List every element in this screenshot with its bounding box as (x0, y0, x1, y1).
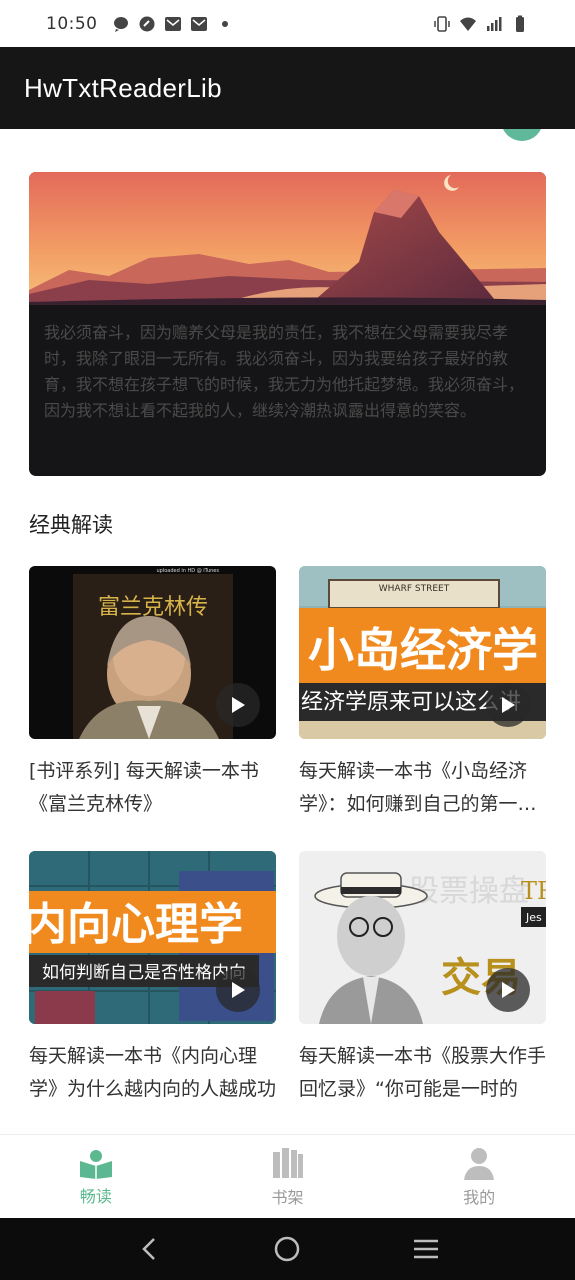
thumb-subtitle-text: 如何判断自己是否性格内向 (42, 963, 246, 983)
mountain-sunset-illustration (29, 172, 546, 305)
play-icon (502, 982, 515, 998)
play-button[interactable] (216, 968, 260, 1012)
nav-item-bookshelf[interactable]: 书架 (192, 1135, 384, 1218)
bookshelf-icon (272, 1147, 303, 1178)
nav-label-bookshelf: 书架 (271, 1187, 304, 1207)
dot-icon (221, 20, 228, 27)
reading-icon (79, 1149, 112, 1179)
avatar[interactable] (501, 129, 543, 141)
video-title[interactable]: 每天解读一本书《股票大作手回忆录》“你可能是一时的 (299, 1040, 546, 1106)
mail-icon (164, 16, 181, 31)
message-icon (113, 16, 128, 32)
nav-item-reading[interactable]: 畅读 (0, 1135, 192, 1218)
thumb-background-text: 股票操盘 (409, 874, 529, 909)
bottom-navigation: 畅读 书架 我的 (0, 1134, 575, 1218)
back-icon (142, 1238, 156, 1260)
video-card-1[interactable]: uploaded in HD @ iTunes 富兰克林传 [书评系列] 每天解… (29, 566, 276, 821)
thumb-corner-subtext: Jes (525, 911, 542, 924)
video-title[interactable]: 每天解读一本书《小岛经济学》：如何赚到自己的第一桶金 (299, 755, 546, 821)
video-title[interactable]: [书评系列] 每天解读一本书《富兰克林传》 (29, 755, 276, 821)
app-title: HwTxtReaderLib (24, 72, 222, 103)
video-card-4[interactable]: 股票操盘 TRA Jes 交易 每天解读一本书《股票大作手回忆录》“你可能是一时… (299, 851, 546, 1106)
nav-item-profile[interactable]: 我的 (383, 1135, 575, 1218)
thumb-title-text: 小岛经济学 (308, 623, 538, 677)
system-navigation-bar (0, 1218, 575, 1280)
scrolled-heading-fragment (28, 129, 128, 139)
mail-icon (190, 16, 207, 31)
home-button[interactable] (267, 1229, 307, 1269)
hero-quote-text: 我必须奋斗，因为赡养父母是我的责任，我不想在父母需要我尽孝时，我除了眼泪一无所有… (44, 323, 525, 420)
play-button[interactable] (486, 968, 530, 1012)
section-title: 经典解读 (29, 513, 113, 537)
thumb-watermark: uploaded in HD @ iTunes (156, 568, 219, 574)
home-icon (275, 1236, 300, 1262)
nav-label-reading: 畅读 (79, 1186, 112, 1206)
thumb-title-text: 富兰克林传 (98, 595, 208, 620)
video-thumbnail[interactable]: 股票操盘 TRA Jes 交易 (299, 851, 546, 1024)
wifi-icon (460, 17, 476, 31)
video-card-3[interactable]: 内向心理学 如何判断自己是否性格内向 每天解读一本书《内向心理学》为什么越内向的… (29, 851, 276, 1106)
battery-icon (516, 15, 524, 32)
play-icon (232, 697, 245, 713)
hero-quote-card[interactable]: 我必须奋斗，因为赡养父母是我的责任，我不想在父母需要我尽孝时，我除了眼泪一无所有… (29, 172, 546, 476)
menu-icon (413, 1239, 438, 1259)
thumb-corner-text: TRA (521, 877, 546, 905)
thumb-title-text: 内向心理学 (29, 899, 243, 950)
video-thumbnail[interactable]: 内向心理学 如何判断自己是否性格内向 (29, 851, 276, 1024)
play-icon (502, 697, 515, 713)
play-button[interactable] (216, 683, 260, 727)
vibrate-icon (434, 15, 450, 32)
thumb-sign-text: WHARF STREET (379, 584, 450, 594)
signal-icon (487, 16, 502, 31)
profile-icon (464, 1147, 495, 1180)
recents-button[interactable] (406, 1229, 446, 1269)
sync-icon (139, 16, 154, 31)
status-bar: 10:50 (0, 0, 575, 47)
main-content[interactable]: 我必须奋斗，因为赡养父母是我的责任，我不想在父母需要我尽孝时，我除了眼泪一无所有… (0, 129, 575, 1134)
nav-label-profile: 我的 (463, 1187, 496, 1207)
video-title[interactable]: 每天解读一本书《内向心理学》为什么越内向的人越成功 (29, 1040, 276, 1106)
app-bar: HwTxtReaderLib (0, 47, 575, 129)
play-icon (232, 982, 245, 998)
video-thumbnail[interactable]: uploaded in HD @ iTunes 富兰克林传 (29, 566, 276, 739)
video-thumbnail[interactable]: WHARF STREET 小岛经济学 经济学原来可以这么讲 (299, 566, 546, 739)
back-button[interactable] (129, 1229, 169, 1269)
play-button[interactable] (486, 683, 530, 727)
status-time: 10:50 (46, 13, 98, 34)
video-card-2[interactable]: WHARF STREET 小岛经济学 经济学原来可以这么讲 每天解读一本书《小岛… (299, 566, 546, 821)
